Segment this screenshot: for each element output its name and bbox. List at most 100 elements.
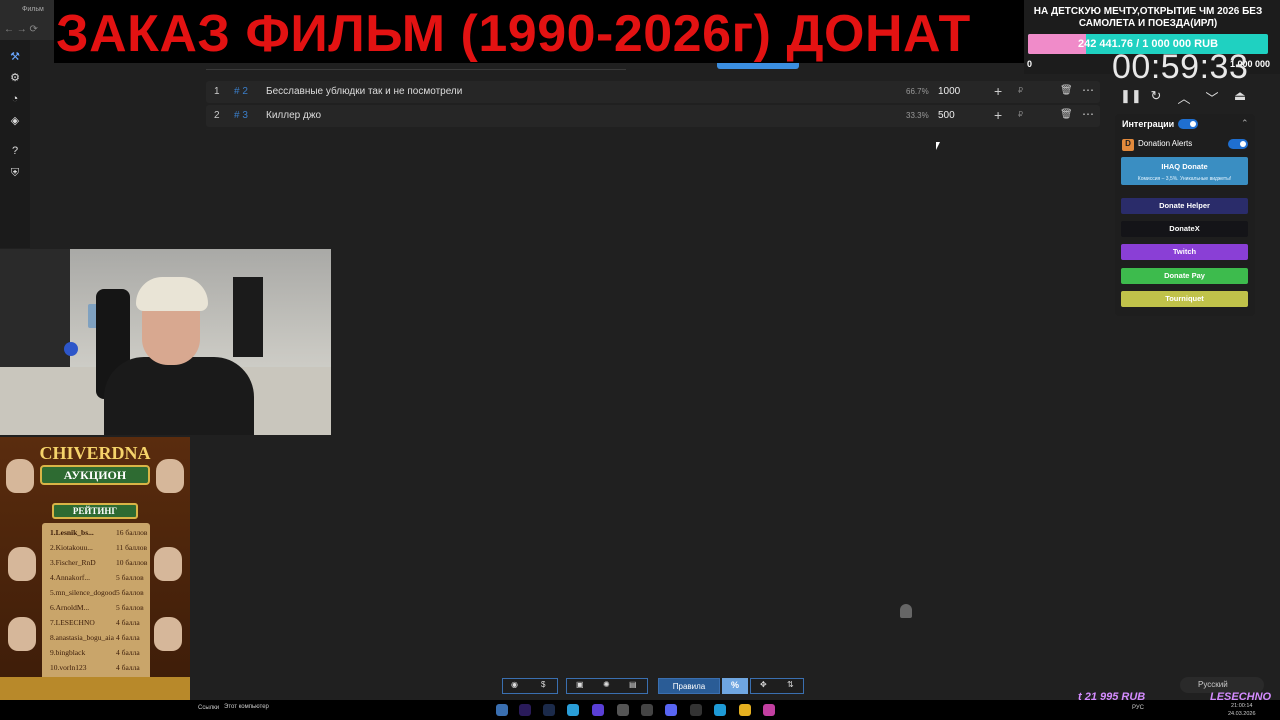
rating-entry: 2.Kiotakouu... 11 баллов xyxy=(50,543,150,552)
webcam-feed xyxy=(0,249,331,435)
gear-icon[interactable]: ⚙ xyxy=(8,71,22,85)
rating-entry-points: 11 баллов xyxy=(116,543,148,552)
screen: Фильм ← → ⟳ ЗАКАЗ ФИЛЬМ (1990-2026г) ДОН… xyxy=(0,0,1280,720)
lot-id: # 3 xyxy=(234,110,248,121)
rating-entry-points: 4 балла xyxy=(116,648,140,657)
add-amount-icon[interactable]: + xyxy=(994,83,1002,99)
rating-entry: 1.Lesnik_bs... 16 баллов xyxy=(50,528,150,537)
bunny-icon xyxy=(156,459,184,493)
toolbar-group-3: ✥ ⇅ xyxy=(750,678,804,694)
lot-amount[interactable]: 1000 xyxy=(938,86,960,97)
sort-icon[interactable]: ⇅ xyxy=(787,680,794,689)
app-sidebar: ⚒ ⚙ ◔ ◈ ? ⛨ xyxy=(0,40,30,248)
lot-name[interactable]: Бесславные ублюдки так и не посмотрели xyxy=(266,86,462,97)
integrations-toggle[interactable] xyxy=(1178,119,1198,129)
taskbar-my-computer[interactable]: Этот компьютер xyxy=(224,704,269,710)
lot-row[interactable]: 1 # 2 Бесславные ублюдки так и не посмот… xyxy=(206,81,1100,103)
rating-entry-name: 7.LESECHNO xyxy=(50,618,95,627)
logo-icon[interactable]: ⚒ xyxy=(8,50,22,64)
obs-icon[interactable] xyxy=(690,704,702,716)
chevron-down-icon[interactable]: ﹀ xyxy=(1204,88,1220,108)
rating-entry-name: 4.Annakorf... xyxy=(50,573,90,582)
lot-input-strip[interactable] xyxy=(206,63,626,70)
currency-icon[interactable]: ₽ xyxy=(1018,110,1023,119)
stack-icon[interactable]: ▤ xyxy=(629,680,637,689)
goal-title: НА ДЕТСКУЮ МЕЧТУ,ОТКРЫТИЕ ЧМ 2026 БЕЗ СА… xyxy=(1033,6,1263,29)
rating-entry-name: 2.Kiotakouu... xyxy=(50,543,93,552)
eject-icon[interactable]: ⏏ xyxy=(1232,88,1248,108)
lot-index: 2 xyxy=(214,110,220,121)
order-film-overlay: ЗАКАЗ ФИЛЬМ (1990-2026г) ДОНАТ xyxy=(54,0,1024,63)
lot-row[interactable]: 2 # 3 Киллер джо 33.3% 500 + ₽ 🗑 ⋯ xyxy=(206,105,1100,127)
save-icon[interactable]: ▣ xyxy=(576,680,584,689)
rating-entry-name: 8.anastasia_bogu_aia xyxy=(50,633,114,642)
rules-button[interactable]: Правила xyxy=(658,678,720,694)
lot-amount[interactable]: 500 xyxy=(938,110,955,121)
rating-entry-name: 10.vorln123 xyxy=(50,663,87,672)
add-lot-button[interactable] xyxy=(717,63,799,69)
app-icon[interactable] xyxy=(641,704,653,716)
restart-icon[interactable]: ↻ xyxy=(1148,88,1164,108)
wheel-icon[interactable]: ✺ xyxy=(603,680,610,689)
steam-icon[interactable] xyxy=(543,704,555,716)
chevron-up-icon[interactable]: ⌃ xyxy=(1241,118,1249,129)
app-icon[interactable] xyxy=(763,704,775,716)
percent-button[interactable]: % xyxy=(722,678,748,694)
chrome-icon[interactable] xyxy=(739,704,751,716)
viber-icon[interactable] xyxy=(592,704,604,716)
lot-percent: 66.7% xyxy=(906,87,929,96)
tourniquet-button[interactable]: Tourniquet xyxy=(1121,291,1248,307)
more-icon[interactable]: ⋯ xyxy=(1082,107,1094,121)
rating-entry: 4.Annakorf... 5 баллов xyxy=(50,573,150,582)
bunny-icon xyxy=(154,617,182,651)
toolbar-group-1: ◉ $ xyxy=(502,678,558,694)
help-icon[interactable]: ? xyxy=(8,145,22,159)
donate-pay-button[interactable]: Donate Pay xyxy=(1121,268,1248,284)
lot-index: 1 xyxy=(214,86,220,97)
donatex-button[interactable]: DonateX xyxy=(1121,221,1248,237)
explorer-icon[interactable] xyxy=(496,704,508,716)
layers-icon[interactable]: ◈ xyxy=(8,114,22,128)
donation-alerts-row: D Donation Alerts xyxy=(1122,139,1192,151)
premiere-icon[interactable] xyxy=(519,704,531,716)
chevron-up-icon[interactable]: ︿ xyxy=(1176,88,1192,108)
system-tray[interactable]: РУС xyxy=(1132,705,1144,711)
rating-entry: 7.LESECHNO 4 балла xyxy=(50,618,150,627)
ihaq-donate-button[interactable]: IHAQ Donate Комиссия – 3,5%. Уникальные … xyxy=(1121,157,1248,185)
delete-icon[interactable]: 🗑 xyxy=(1060,85,1073,96)
donation-alerts-toggle[interactable] xyxy=(1228,139,1248,149)
windows-taskbar: Ссылки Этот компьютер РУС 21:00:14 24.03.… xyxy=(0,700,1280,720)
lot-name[interactable]: Киллер джо xyxy=(266,110,321,121)
add-amount-icon[interactable]: + xyxy=(994,107,1002,123)
pause-icon[interactable]: ❚❚ xyxy=(1120,88,1142,108)
telegram-icon[interactable] xyxy=(567,704,579,716)
taskbar-clock[interactable]: 21:00:14 24.03.2026 xyxy=(1228,702,1256,718)
ihaq-donate-sub: Комиссия – 3,5%. Уникальные виджеты! xyxy=(1137,176,1232,182)
twitch-button[interactable]: Twitch xyxy=(1121,244,1248,260)
integrations-panel: Интеграции ⌃ D Donation Alerts IHAQ Donat… xyxy=(1115,114,1255,316)
lot-percent: 33.3% xyxy=(906,111,929,120)
ihaq-donate-label: IHAQ Donate xyxy=(1161,162,1208,171)
cam-streamer-body xyxy=(104,357,254,435)
currency-icon[interactable]: ₽ xyxy=(1018,86,1023,95)
move-icon[interactable]: ✥ xyxy=(760,680,767,689)
browser-nav[interactable]: ← → ⟳ xyxy=(4,24,38,35)
delete-icon[interactable]: 🗑 xyxy=(1060,109,1073,120)
donate-helper-button[interactable]: Donate Helper xyxy=(1121,198,1248,214)
shield-icon[interactable]: ⛨ xyxy=(8,167,22,181)
bunny-icon xyxy=(6,459,34,493)
bunny-icon xyxy=(154,547,182,581)
chart-icon[interactable]: ◔ xyxy=(8,93,22,107)
bunny-icon xyxy=(8,547,36,581)
taskbar-time: 21:00:14 xyxy=(1231,703,1253,709)
dollar-icon[interactable]: $ xyxy=(541,680,545,689)
bunny-icon xyxy=(8,617,36,651)
edge-icon[interactable] xyxy=(714,704,726,716)
taskbar-links[interactable]: Ссылки xyxy=(198,705,219,711)
discord-icon[interactable] xyxy=(665,704,677,716)
rating-entry-points: 4 балла xyxy=(116,633,140,642)
more-icon[interactable]: ⋯ xyxy=(1082,83,1094,97)
github-icon[interactable]: ◉ xyxy=(511,680,518,689)
rating-entry-points: 5 баллов xyxy=(116,603,144,612)
settings-icon[interactable] xyxy=(617,704,629,716)
